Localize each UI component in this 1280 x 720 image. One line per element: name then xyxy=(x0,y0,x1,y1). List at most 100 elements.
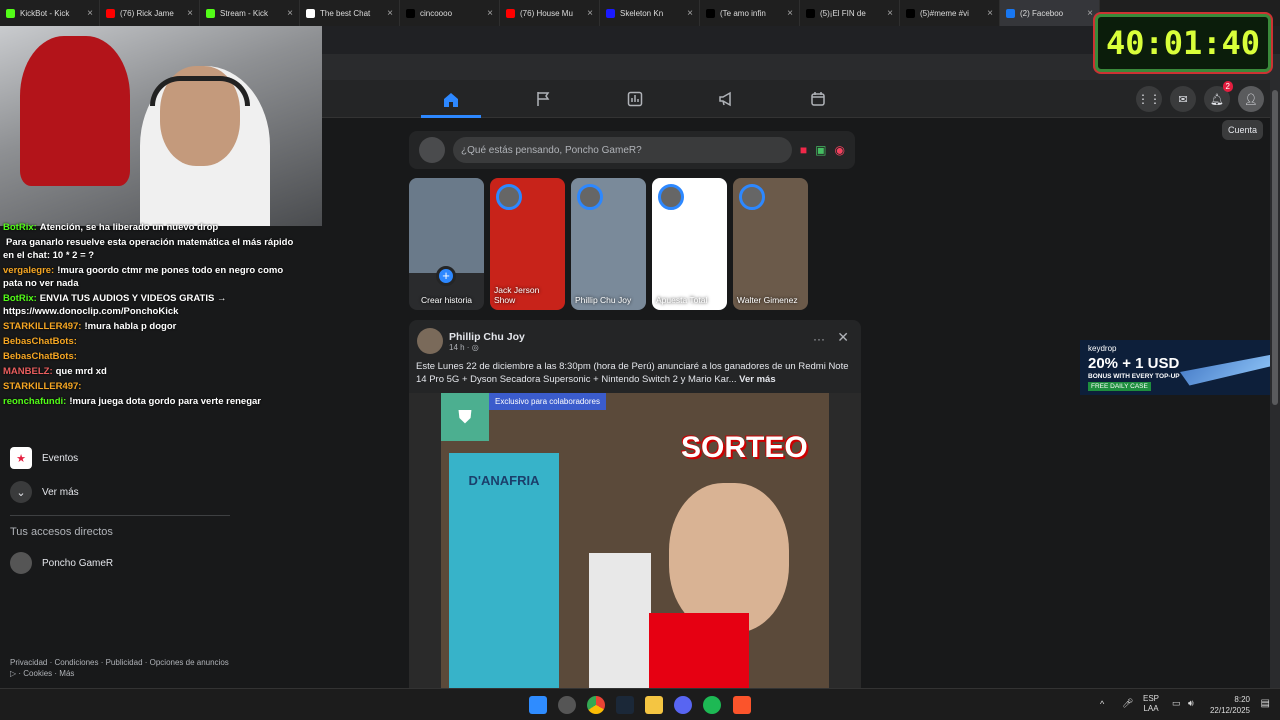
browser-tab[interactable]: (76) House Mu × xyxy=(500,0,600,26)
tab-favicon-icon xyxy=(906,8,915,18)
shortcut-label: Poncho GameR xyxy=(42,557,114,569)
avatar xyxy=(658,184,684,210)
tab-favicon-icon xyxy=(406,8,415,18)
tab-title: Stream - Kick xyxy=(220,8,269,18)
browser-tab[interactable]: The best Chat × xyxy=(300,0,400,26)
tab-favicon-icon xyxy=(706,8,715,18)
browser-tab[interactable]: Skeleton Kn × xyxy=(600,0,700,26)
post-body-text: Este Lunes 22 de diciembre a las 8:30pm … xyxy=(416,361,849,385)
ad-headline: 20% + 1 USD xyxy=(1088,355,1180,372)
composer-input[interactable]: ¿Qué estás pensando, Poncho GameR? xyxy=(453,137,792,163)
language-indicator[interactable]: ESP LAA xyxy=(1143,694,1159,714)
menu-button[interactable]: ⋮⋮ xyxy=(1136,86,1162,112)
avatar xyxy=(419,137,445,163)
tray-chevron-icon[interactable]: ^ xyxy=(1100,699,1104,709)
close-tab-icon[interactable]: × xyxy=(287,8,293,19)
sidebar-item-ver-mas[interactable]: ⌄ Ver más xyxy=(10,481,79,503)
scrollbar[interactable] xyxy=(1270,80,1280,688)
browser-tab[interactable]: (2) Faceboo × xyxy=(1000,0,1100,26)
account-button[interactable]: 👤︎ xyxy=(1238,86,1264,112)
close-tab-icon[interactable]: × xyxy=(587,8,593,19)
flag-icon xyxy=(537,92,550,106)
network-icon[interactable]: ▭ xyxy=(1172,698,1181,709)
story-card[interactable]: Phillip Chu Joy xyxy=(571,178,646,310)
post-text: Este Lunes 22 de diciembre a las 8:30pm … xyxy=(416,360,856,386)
pages-nav-button[interactable] xyxy=(531,88,555,110)
see-more-link[interactable]: Ver más xyxy=(739,374,775,385)
live-video-icon[interactable]: ■ xyxy=(800,143,807,157)
calendar-icon xyxy=(811,92,825,106)
sorteo-title: SORTEO xyxy=(681,431,808,464)
avatar[interactable] xyxy=(417,328,443,354)
close-tab-icon[interactable]: × xyxy=(187,8,193,19)
notifications-button[interactable]: 🔔︎ 2 xyxy=(1204,81,1233,112)
reel-icon[interactable]: ◉ xyxy=(835,143,845,157)
browser-tab[interactable]: (Te amo infin × xyxy=(700,0,800,26)
keydrop-ad[interactable]: keydrop 20% + 1 USD BONUS WITH EVERY TOP… xyxy=(1080,340,1278,395)
story-caption: Apuesta Total xyxy=(656,295,708,305)
browser-tab[interactable]: (5)#meme #vi × xyxy=(900,0,1000,26)
chat-message: vergalegre: !mura goordo ctmr me pones to… xyxy=(0,263,300,291)
browser-tab[interactable]: (76) Rick Jame × xyxy=(100,0,200,26)
story-caption: Jack Jerson Show xyxy=(494,285,540,305)
browser-tab[interactable]: KickBot - Kick × xyxy=(0,0,100,26)
close-tab-icon[interactable]: × xyxy=(687,8,693,19)
tab-favicon-icon xyxy=(606,8,615,18)
brave-icon[interactable] xyxy=(733,696,751,714)
chrome-icon[interactable] xyxy=(587,696,605,714)
messenger-button[interactable]: ✉ xyxy=(1170,86,1196,112)
spotify-icon[interactable] xyxy=(703,696,721,714)
shortcut-poncho-gamer[interactable]: Poncho GameR xyxy=(10,552,113,574)
folder-icon[interactable] xyxy=(645,696,663,714)
story-card[interactable]: Walter Gimenez xyxy=(733,178,808,310)
avatar xyxy=(10,552,32,574)
messenger-icon: ✉ xyxy=(1178,93,1188,106)
browser-tab[interactable]: cincoooo × xyxy=(400,0,500,26)
chat-text: !mura habla p dogor xyxy=(84,321,177,332)
events-nav-button[interactable] xyxy=(806,88,830,110)
chat-message: BebasChatBots: xyxy=(0,334,300,349)
start-icon[interactable] xyxy=(529,696,547,714)
browser-tab[interactable]: (5)¡El FIN de × xyxy=(800,0,900,26)
sidebar-item-eventos[interactable]: ★ Eventos xyxy=(10,447,78,469)
clock[interactable]: 8:20 22/12/2025 xyxy=(1210,694,1250,716)
close-tab-icon[interactable]: × xyxy=(1087,8,1093,19)
story-card[interactable]: Apuesta Total xyxy=(652,178,727,310)
story-card[interactable]: Jack Jerson Show xyxy=(490,178,565,310)
stream-timer: 40:01:40 xyxy=(1095,14,1271,72)
tab-favicon-icon xyxy=(806,8,815,18)
notification-center-icon[interactable]: ▤ xyxy=(1261,698,1270,709)
product-boxes: D'ANAFRIA xyxy=(449,453,559,688)
stream-chat-overlay: BotRix: Atención, se ha liberado un nuevo… xyxy=(0,220,300,409)
footer-links[interactable]: Privacidad · Condiciones · Publicidad · … xyxy=(10,657,230,679)
chat-username: MANBELZ: xyxy=(3,366,53,377)
discord-icon[interactable] xyxy=(674,696,692,714)
mic-icon[interactable]: 🎤︎ xyxy=(1122,698,1133,709)
close-tab-icon[interactable]: × xyxy=(487,8,493,19)
red-chair xyxy=(20,36,130,186)
ads-nav-button[interactable] xyxy=(623,88,647,110)
more-options-icon[interactable]: ··· xyxy=(813,332,825,346)
tab-title: The best Chat xyxy=(320,8,371,18)
photo-icon[interactable]: ▣ xyxy=(815,143,826,157)
volume-icon[interactable]: 🔊︎ xyxy=(1188,698,1194,709)
close-icon[interactable]: ✕ xyxy=(837,329,849,346)
browser-tab[interactable]: Stream - Kick × xyxy=(200,0,300,26)
post-image[interactable]: ⛊ Exclusivo para colaboradores D'ANAFRIA… xyxy=(409,393,861,688)
marketing-nav-button[interactable] xyxy=(714,88,738,110)
post-time[interactable]: 14 h · xyxy=(449,343,472,352)
product-brand-label: D'ANAFRIA xyxy=(468,473,540,488)
tab-title: (76) Rick Jame xyxy=(120,8,174,18)
post-author[interactable]: Phillip Chu Joy xyxy=(449,331,525,343)
home-nav-button[interactable] xyxy=(421,84,481,118)
switch-box xyxy=(649,613,749,688)
close-tab-icon[interactable]: × xyxy=(87,8,93,19)
close-tab-icon[interactable]: × xyxy=(987,8,993,19)
steam-icon[interactable] xyxy=(616,696,634,714)
story-card[interactable]: + Crear historia xyxy=(409,178,484,310)
close-tab-icon[interactable]: × xyxy=(387,8,393,19)
obs-icon[interactable] xyxy=(558,696,576,714)
scrollbar-thumb[interactable] xyxy=(1272,90,1278,405)
close-tab-icon[interactable]: × xyxy=(787,8,793,19)
close-tab-icon[interactable]: × xyxy=(887,8,893,19)
